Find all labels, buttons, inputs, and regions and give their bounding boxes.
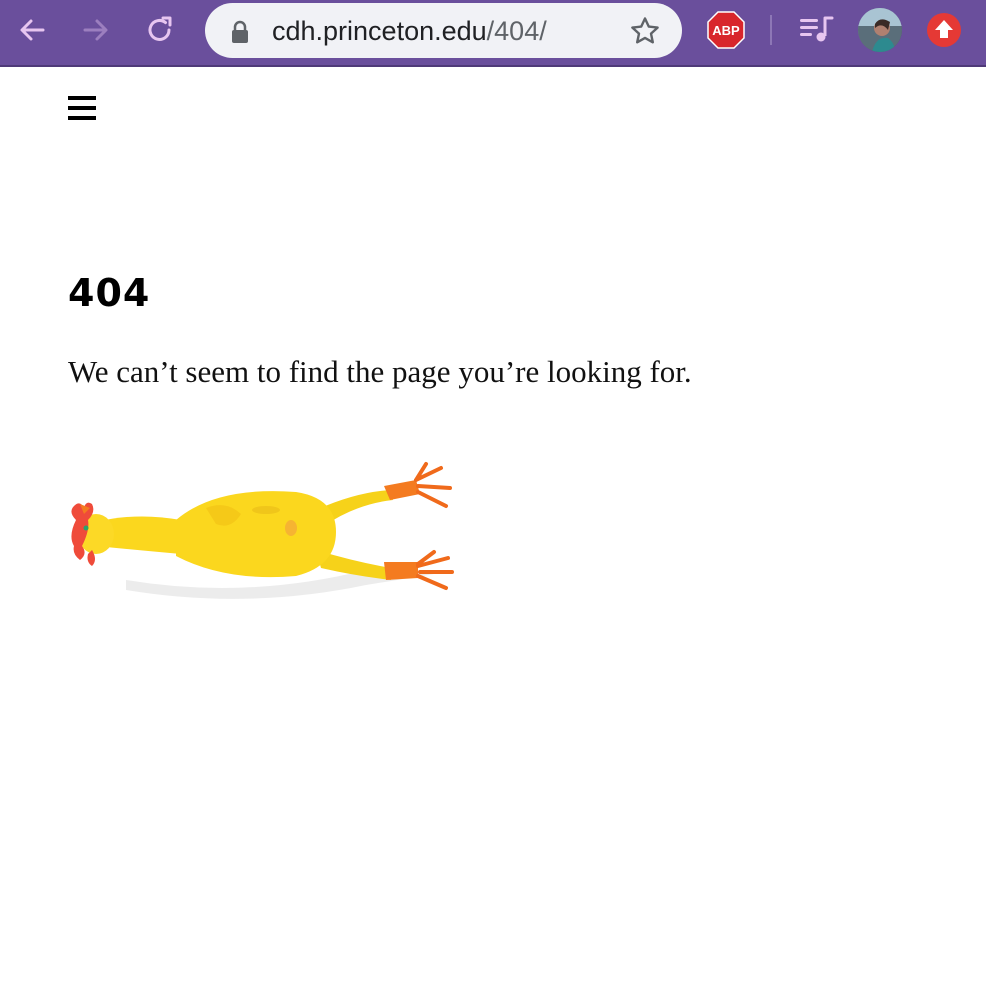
reload-icon	[148, 16, 172, 41]
abp-label: ABP	[712, 23, 740, 38]
media-playlist-icon[interactable]	[796, 10, 836, 50]
forward-button[interactable]	[76, 10, 116, 50]
abp-extension-icon[interactable]: ABP	[706, 10, 746, 50]
reload-button[interactable]	[140, 10, 180, 50]
toolbar-divider	[770, 15, 772, 45]
star-icon[interactable]	[629, 15, 661, 47]
url-path: /404/	[486, 16, 547, 46]
lock-icon[interactable]	[229, 20, 251, 44]
profile-avatar[interactable]	[858, 8, 902, 52]
browser-toolbar: cdh.princeton.edu/404/ ABP	[0, 0, 986, 67]
forward-arrow-icon	[83, 19, 108, 41]
back-button[interactable]	[12, 10, 52, 50]
hamburger-menu-icon[interactable]	[68, 96, 96, 120]
error-code-heading: 404	[68, 271, 151, 315]
error-message: We can’t seem to find the page you’re lo…	[68, 354, 692, 389]
url-host: cdh.princeton.edu	[272, 16, 487, 46]
update-arrow-icon[interactable]	[926, 12, 962, 48]
address-bar[interactable]: cdh.princeton.edu/404/	[205, 3, 682, 58]
url-text[interactable]: cdh.princeton.edu/404/	[272, 14, 547, 48]
rubber-chicken-image	[71, 462, 454, 599]
back-arrow-icon	[20, 19, 45, 41]
avatar-photo	[858, 8, 902, 52]
